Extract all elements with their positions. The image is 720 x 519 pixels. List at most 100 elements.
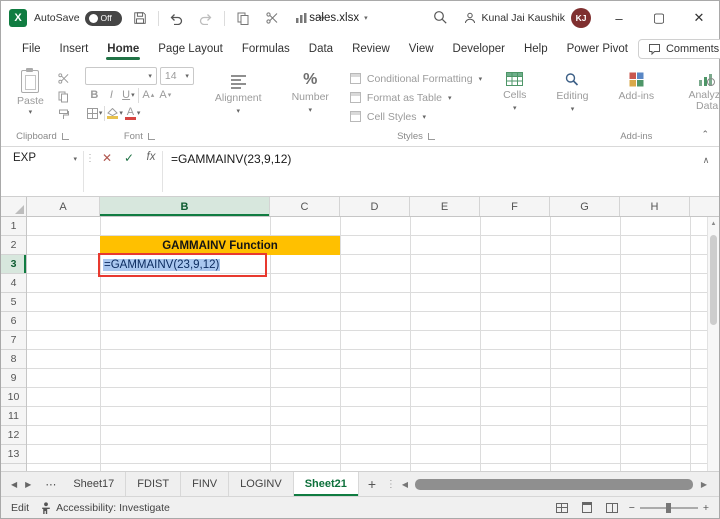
sheet-nav-left-icon[interactable]: ◀ [11, 480, 17, 489]
chart-button[interactable] [290, 6, 312, 30]
horizontal-scrollbar[interactable]: ◀ ▶ [401, 472, 715, 496]
tab-view[interactable]: View [400, 37, 443, 61]
formula-bar-handle[interactable]: ⋮ [84, 147, 96, 196]
column-header-g[interactable]: G [550, 197, 620, 216]
row-header-12[interactable]: 12 [1, 426, 26, 445]
undo-button[interactable] [166, 6, 188, 30]
analyze-data-button[interactable]: Analyze Data [675, 67, 720, 112]
tab-home[interactable]: Home [98, 37, 148, 61]
cells-button[interactable]: Cells ▾ [494, 67, 535, 112]
avatar[interactable]: KJ [571, 8, 591, 28]
tab-power-pivot[interactable]: Power Pivot [558, 37, 637, 61]
autosave-control[interactable]: AutoSave Off [34, 10, 122, 26]
zoom-slider[interactable]: − + [629, 502, 709, 514]
font-name-combo[interactable]: ▾ [84, 67, 157, 85]
document-title[interactable]: sales.xlsx ▾ [309, 12, 367, 24]
column-header-f[interactable]: F [480, 197, 550, 216]
sheet-nav-right-icon[interactable]: ▶ [25, 480, 31, 489]
sheet-tab-sheet17[interactable]: Sheet17 [62, 472, 127, 496]
new-sheet-button[interactable]: + [359, 472, 385, 496]
format-as-table-button[interactable]: Format as Table ▾ [349, 88, 482, 107]
row-header-13[interactable]: 13 [1, 445, 26, 464]
vertical-scrollbar[interactable]: ▲ [707, 217, 719, 471]
cell-b3-editing[interactable]: =GAMMAINV(23,9,12) [100, 255, 270, 274]
conditional-formatting-button[interactable]: Conditional Formatting ▾ [349, 69, 482, 88]
tab-splitter-handle[interactable]: ⋮ [385, 472, 397, 496]
column-header-c[interactable]: C [270, 197, 340, 216]
scroll-left-icon[interactable]: ◀ [402, 480, 408, 489]
row-header-6[interactable]: 6 [1, 312, 26, 331]
sheet-tab-sheet21[interactable]: Sheet21 [293, 472, 359, 496]
borders-button[interactable]: ▾ [86, 105, 102, 121]
horizontal-scroll-thumb[interactable] [414, 479, 693, 490]
copy-button[interactable] [55, 89, 73, 104]
accessibility-checker[interactable]: Accessibility: Investigate [41, 502, 170, 514]
comments-button[interactable]: Comments [637, 39, 720, 59]
row-header-3[interactable]: 3 [1, 255, 26, 274]
editing-button[interactable]: Editing ▾ [547, 67, 597, 113]
cell-mode-indicator[interactable]: Edit [11, 502, 29, 514]
tab-data[interactable]: Data [300, 37, 342, 61]
sheet-tab-finv[interactable]: FINV [181, 472, 230, 496]
vertical-scroll-thumb[interactable] [710, 235, 717, 325]
scroll-up-icon[interactable]: ▲ [708, 221, 719, 227]
alignment-button[interactable]: Alignment ▾ [206, 67, 271, 115]
more-sheets-button[interactable]: ⋯ [39, 472, 62, 496]
zoom-knob[interactable] [665, 502, 671, 513]
page-layout-view-button[interactable] [579, 501, 595, 515]
addins-button[interactable]: Add-ins [610, 67, 664, 102]
font-size-combo[interactable]: 14 ▾ [159, 67, 194, 85]
underline-button[interactable]: U ▾ [121, 87, 136, 103]
tab-help[interactable]: Help [515, 37, 557, 61]
sheet-tab-loginv[interactable]: LOGINV [229, 472, 294, 496]
column-header-b[interactable]: B [100, 197, 270, 216]
row-header-1[interactable]: 1 [1, 217, 26, 236]
zoom-in-icon[interactable]: + [703, 502, 709, 514]
tab-insert[interactable]: Insert [51, 37, 98, 61]
row-header-11[interactable]: 11 [1, 407, 26, 426]
font-color-button[interactable]: A ▾ [124, 105, 140, 121]
redo-button[interactable] [195, 6, 217, 30]
confirm-entry-button[interactable]: ✓ [118, 147, 140, 196]
cells-area[interactable]: GAMMAINV Function =GAMMAINV(23,9,12) ▲ [27, 217, 719, 471]
row-header-10[interactable]: 10 [1, 388, 26, 407]
maximize-button[interactable]: ▢ [639, 1, 679, 35]
insert-function-button[interactable]: fx [140, 147, 162, 196]
column-header-h[interactable]: H [620, 197, 690, 216]
column-header-d[interactable]: D [340, 197, 410, 216]
collapse-ribbon-button[interactable]: ⌃ [701, 129, 709, 140]
copy-button[interactable] [232, 6, 254, 30]
normal-view-button[interactable] [554, 501, 570, 515]
cell-b2-banner[interactable]: GAMMAINV Function [100, 236, 340, 255]
row-header-5[interactable]: 5 [1, 293, 26, 312]
save-button[interactable] [129, 6, 151, 30]
formula-input[interactable]: =GAMMAINV(23,9,12) [163, 147, 693, 196]
bold-button[interactable]: B [87, 87, 102, 103]
sheet-tab-fdist[interactable]: FDIST [126, 472, 182, 496]
number-button[interactable]: % Number ▾ [283, 67, 338, 115]
cancel-entry-button[interactable]: ✕ [96, 147, 118, 196]
zoom-track[interactable] [639, 502, 698, 513]
tab-file[interactable]: File [13, 37, 50, 61]
minimize-button[interactable]: – [599, 1, 639, 35]
cut-button[interactable] [55, 71, 73, 86]
row-header-8[interactable]: 8 [1, 350, 26, 369]
close-button[interactable]: ✕ [679, 1, 719, 35]
zoom-out-icon[interactable]: − [629, 502, 635, 514]
format-painter-button[interactable] [55, 107, 73, 122]
scroll-right-icon[interactable]: ▶ [701, 480, 707, 489]
decrease-font-button[interactable]: A ▾ [158, 87, 173, 103]
column-header-a[interactable]: A [27, 197, 100, 216]
select-all-corner[interactable] [1, 197, 27, 216]
cell-styles-button[interactable]: Cell Styles ▾ [349, 107, 482, 126]
italic-button[interactable]: I [104, 87, 119, 103]
excel-logo-icon[interactable]: X [9, 9, 27, 27]
row-header-4[interactable]: 4 [1, 274, 26, 293]
column-header-e[interactable]: E [410, 197, 480, 216]
account-button[interactable]: Kunal Jai Kaushik KJ [464, 8, 591, 28]
dialog-launcher-icon[interactable] [147, 133, 155, 140]
autosave-toggle[interactable]: Off [84, 10, 122, 26]
row-header-9[interactable]: 9 [1, 369, 26, 388]
dialog-launcher-icon[interactable] [427, 133, 435, 140]
increase-font-button[interactable]: A ▴ [141, 87, 156, 103]
